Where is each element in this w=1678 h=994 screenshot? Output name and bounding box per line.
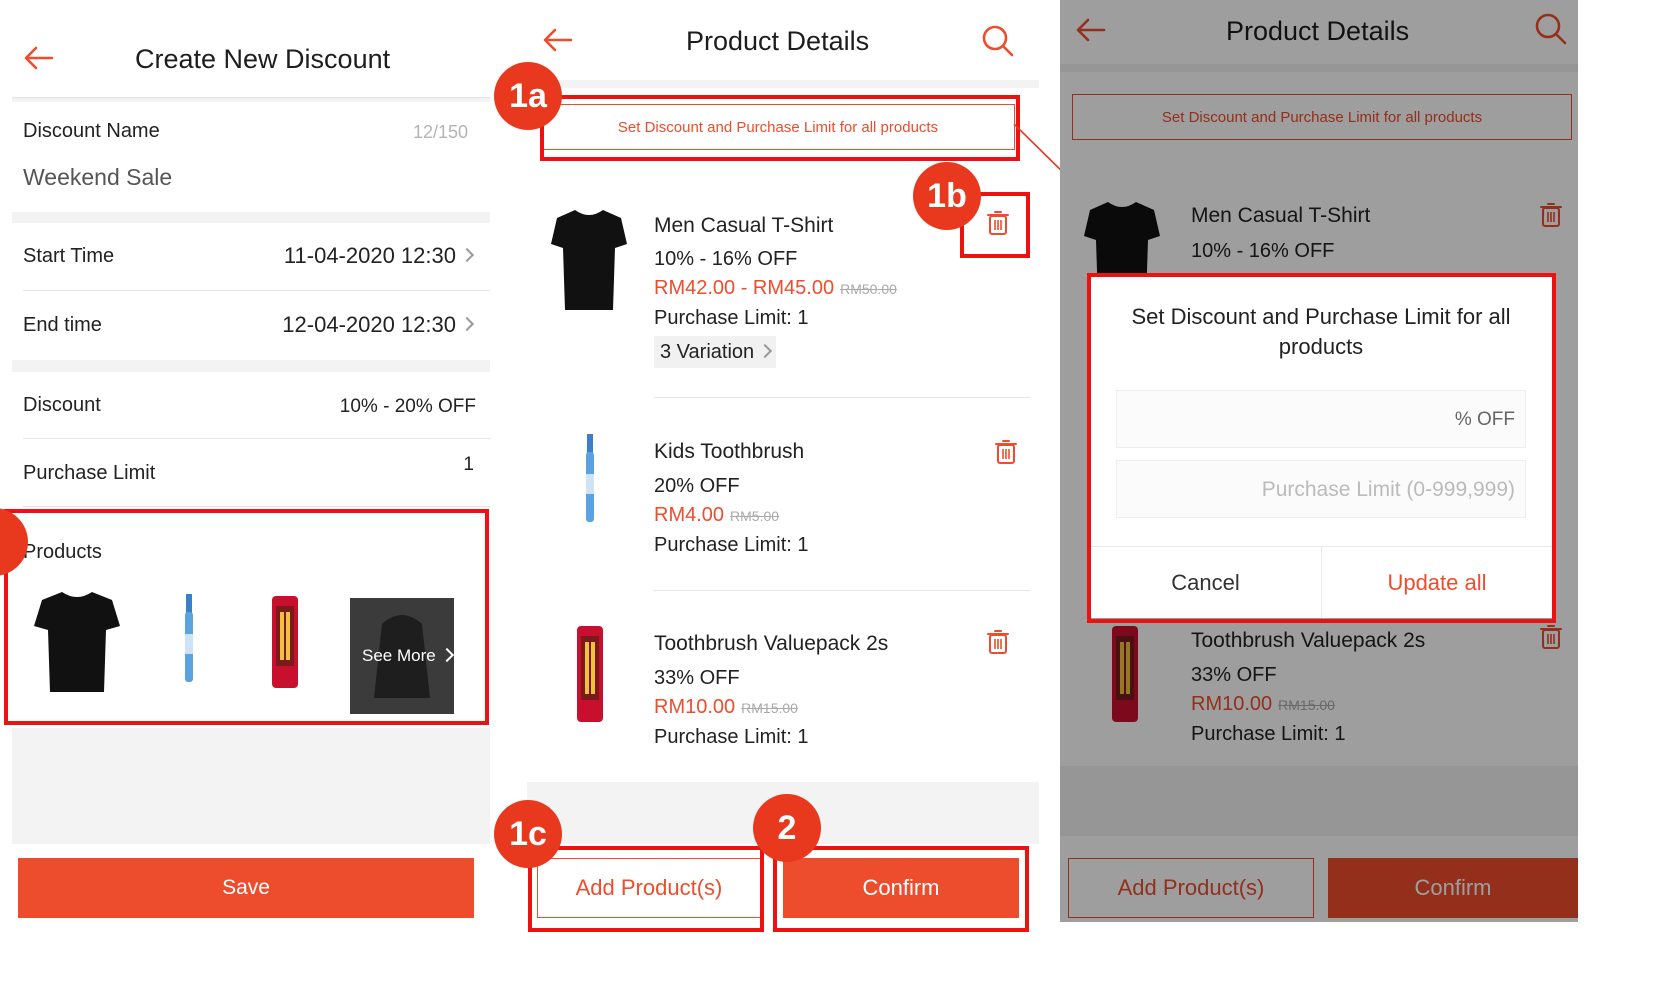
- back-arrow-icon[interactable]: [543, 28, 573, 52]
- row-divider: [654, 397, 1030, 398]
- row-divider: [23, 290, 490, 291]
- tshirt-image: [551, 210, 627, 310]
- product-name: Kids Toothbrush: [654, 440, 805, 463]
- start-time-label: Start Time: [23, 245, 115, 267]
- step-badge-1a: 1a: [494, 62, 562, 130]
- discount-range-value: 10% - 20% OFF: [339, 396, 476, 417]
- product-price: RM10.00 RM15.00: [654, 696, 798, 718]
- delete-icon[interactable]: [995, 439, 1017, 465]
- set-all-highlight-box: [540, 95, 1020, 161]
- header-bar: Product Details: [527, 8, 1039, 80]
- chevron-right-icon: [758, 343, 773, 358]
- row-divider: [23, 438, 490, 439]
- discount-name-label: Discount Name: [23, 120, 160, 142]
- create-discount-screen: Create New Discount Discount Name 12/150…: [12, 18, 490, 930]
- product-purchase-limit: Purchase Limit: 1: [654, 534, 809, 556]
- product-name: Men Casual T-Shirt: [654, 214, 834, 237]
- page-title: Product Details: [686, 26, 870, 56]
- valuepack-image: [577, 626, 603, 722]
- start-time-value[interactable]: 11-04-2020 12:30: [283, 243, 475, 269]
- purchase-limit-label: Purchase Limit: [23, 462, 156, 484]
- step-badge-1b: 1b: [913, 162, 981, 230]
- discount-name-section[interactable]: Discount Name 12/150 Weekend Sale: [12, 102, 490, 212]
- row-divider: [654, 590, 1030, 591]
- page-title: Create New Discount: [135, 44, 391, 74]
- product-price: RM4.00 RM5.00: [654, 504, 780, 526]
- original-price: RM15.00: [741, 700, 798, 716]
- products-highlight-box: [4, 509, 489, 725]
- end-time-label: End time: [23, 314, 102, 336]
- product-discount: 20% OFF: [654, 475, 740, 497]
- back-arrow-icon[interactable]: [24, 46, 54, 70]
- product-purchase-limit: Purchase Limit: 1: [654, 307, 809, 329]
- save-button[interactable]: Save: [18, 858, 474, 918]
- end-time-text: 12-04-2020 12:30: [282, 312, 456, 337]
- time-section: Start Time 11-04-2020 12:30 End time 12-…: [12, 223, 490, 360]
- step-badge-1c: 1c: [494, 800, 562, 868]
- char-count: 12/150: [412, 122, 468, 142]
- product-price: RM42.00 - RM45.00 RM50.00: [654, 277, 897, 299]
- search-icon[interactable]: [981, 24, 1015, 58]
- purchase-limit-value: 1: [463, 454, 474, 475]
- product-purchase-limit: Purchase Limit: 1: [654, 726, 809, 748]
- add-products-highlight-box: [528, 846, 764, 932]
- dialog-highlight-box: [1087, 273, 1556, 623]
- product-discount: 33% OFF: [654, 667, 740, 689]
- variation-button[interactable]: 3 Variation: [654, 336, 777, 368]
- row-divider: [23, 506, 490, 507]
- original-price: RM5.00: [730, 508, 780, 524]
- confirm-highlight-box: [773, 846, 1029, 932]
- product-name: Toothbrush Valuepack 2s: [654, 632, 889, 655]
- step-badge-2: 2: [753, 794, 821, 862]
- start-time-text: 11-04-2020 12:30: [283, 243, 456, 268]
- product-discount: 10% - 16% OFF: [654, 248, 798, 270]
- delete-icon[interactable]: [987, 629, 1009, 655]
- toothbrush-image: [586, 434, 594, 522]
- original-price: RM50.00: [840, 281, 897, 297]
- chevron-right-icon: [459, 248, 475, 263]
- discount-name-value[interactable]: Weekend Sale: [23, 164, 172, 191]
- header-bar: Create New Discount: [12, 18, 490, 98]
- chevron-right-icon: [459, 317, 475, 332]
- end-time-value[interactable]: 12-04-2020 12:30: [282, 312, 475, 338]
- discount-label: Discount: [23, 394, 101, 416]
